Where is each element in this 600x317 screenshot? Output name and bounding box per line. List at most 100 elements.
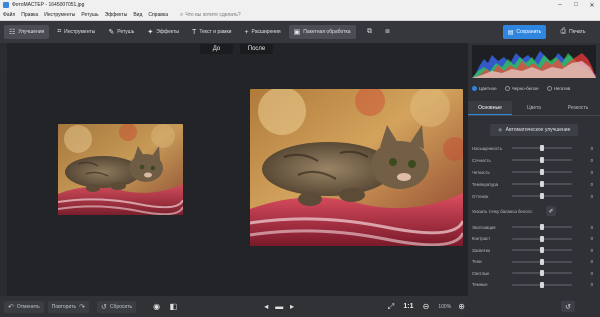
slider-knob[interactable]	[540, 258, 544, 265]
menu-effects[interactable]: Эффекты	[105, 12, 128, 18]
slider-value: 0	[590, 224, 593, 230]
window-controls: – □ ✕	[552, 0, 600, 10]
zoom-out-icon[interactable]: ⊖	[420, 301, 433, 313]
slider-track[interactable]	[512, 258, 572, 265]
slider-knob[interactable]	[540, 181, 544, 187]
menu-tools[interactable]: Инструменты	[44, 12, 75, 18]
sliders-icon: ☷	[9, 29, 16, 36]
compare-side-icon[interactable]: ⧈	[381, 25, 395, 39]
slider-knob[interactable]	[540, 281, 544, 288]
radio-negative[interactable]: Негатив	[546, 86, 570, 91]
undo-button[interactable]: ↶ Отменить	[4, 300, 44, 313]
menu-edit[interactable]: Правка	[21, 12, 38, 18]
slider-track[interactable]	[512, 145, 572, 151]
print-button[interactable]: ⎙ Печать	[553, 25, 593, 39]
tab-retouch[interactable]: ✎ Ретушь	[103, 25, 139, 39]
slider-knob[interactable]	[540, 270, 544, 276]
slider-label: Четкость	[472, 169, 490, 175]
tab-sharpness[interactable]: Резкость	[556, 101, 600, 115]
radio-color[interactable]: Цветное	[472, 86, 497, 91]
folder-icon[interactable]: ▬	[273, 301, 286, 313]
slider-knob[interactable]	[540, 247, 544, 253]
slider-track[interactable]	[512, 169, 572, 175]
slider-knob[interactable]	[540, 193, 544, 199]
cat-image-before	[58, 124, 183, 215]
slider-knob[interactable]	[540, 157, 544, 163]
zoom-percent: 100%	[438, 303, 452, 310]
menu-help[interactable]: Справка	[148, 12, 168, 18]
zoom-ratio[interactable]: 1:1	[403, 303, 413, 310]
slider-track[interactable]	[512, 224, 572, 230]
prev-image-icon[interactable]: ◂	[260, 301, 273, 313]
tab-text-frames[interactable]: T Текст и рамки	[187, 25, 236, 39]
slider-knob[interactable]	[540, 145, 544, 151]
after-label: После	[240, 44, 273, 54]
next-image-icon[interactable]: ▸	[286, 301, 299, 313]
slider-label: Температура	[472, 181, 499, 187]
ruler-tick: ·	[2, 65, 4, 70]
close-button[interactable]: ✕	[584, 0, 600, 10]
tab-enhancements[interactable]: ☷ Улучшения	[4, 25, 50, 39]
text-icon: T	[192, 28, 197, 36]
slider-track[interactable]	[512, 157, 572, 163]
eye-icon[interactable]: ◉	[150, 301, 163, 313]
ruler-tick: ·	[2, 57, 4, 62]
tab-colors[interactable]: Цвета	[512, 101, 556, 115]
search-icon: ⌕	[179, 11, 184, 18]
compare-split-icon[interactable]: ⧉	[363, 25, 377, 39]
slider-track[interactable]	[512, 193, 572, 199]
batch-icon: ▣	[293, 29, 301, 36]
slider-row: Тени 0	[472, 258, 596, 266]
menu-retouch[interactable]: Ретушь	[81, 12, 98, 18]
slider-row: Сочность 0	[472, 156, 596, 164]
tab-batch[interactable]: ▣ Пакетная обработка	[288, 25, 356, 39]
slider-label: Светлые	[472, 270, 490, 276]
auto-enhance-button[interactable]: ✧ Автоматическое улучшение	[490, 124, 578, 136]
slider-knob[interactable]	[540, 235, 544, 242]
redo-button[interactable]: Повторить ↷	[47, 300, 90, 313]
tab-extensions[interactable]: + Расширения	[239, 25, 285, 39]
bottom-bar: ↶ Отменить Повторить ↷ ↺ Сбросить ◉ ◧ ◂ …	[0, 296, 468, 317]
maximize-button[interactable]: □	[568, 0, 584, 10]
fit-screen-icon[interactable]: ⤢	[385, 301, 398, 313]
slider-label: Экспозиция	[472, 224, 496, 230]
tab-tools[interactable]: ⌗ Инструменты	[52, 25, 100, 39]
white-balance-label: Указать точку баланса белого:	[472, 208, 533, 214]
slider-track[interactable]	[512, 281, 572, 288]
slider-row: Светлые 0	[472, 269, 596, 277]
undo-icon: ↶	[8, 303, 14, 311]
tab-label: Пакетная обработка	[303, 29, 351, 35]
eyedropper-icon[interactable]: ✐	[546, 206, 556, 216]
slider-row: Четкость 0	[472, 168, 596, 176]
panel-reset-button[interactable]: ↺	[561, 301, 575, 312]
radio-dot	[546, 86, 552, 91]
tab-label: Текст и рамки	[199, 29, 232, 35]
zoom-in-icon[interactable]: ⊕	[455, 301, 468, 313]
slider-value: 0	[590, 247, 593, 253]
slider-knob[interactable]	[540, 169, 544, 175]
slider-track[interactable]	[512, 235, 572, 242]
slider-knob[interactable]	[540, 224, 544, 230]
minimize-button[interactable]: –	[552, 0, 568, 10]
tab-effects[interactable]: ✦ Эффекты	[142, 25, 184, 39]
slider-value: 0	[590, 157, 593, 163]
tab-basic[interactable]: Основные	[468, 101, 512, 115]
reset-all-button[interactable]: ↺ Сбросить	[97, 300, 137, 313]
slider-label: Темные	[472, 282, 488, 287]
slider-track[interactable]	[512, 181, 572, 187]
radio-bw[interactable]: Черно-белое	[504, 86, 539, 91]
cat-image-after	[250, 89, 463, 246]
menu-view[interactable]: Вид	[133, 12, 142, 18]
search-box[interactable]: ⌕	[179, 11, 276, 19]
before-photo	[58, 124, 183, 215]
menu-file[interactable]: Файл	[3, 12, 15, 18]
search-input[interactable]	[185, 12, 276, 18]
compare-toggle-icon[interactable]: ◧	[167, 301, 180, 313]
slider-value: 0	[590, 181, 593, 187]
slider-track[interactable]	[512, 270, 572, 276]
slider-track[interactable]	[512, 247, 572, 253]
undo-label: Отменить	[16, 303, 40, 310]
radio-label: Цветное	[479, 86, 497, 91]
slider-row: Насыщенность 0	[472, 144, 596, 152]
save-button[interactable]: ▤ Сохранить	[503, 25, 546, 39]
